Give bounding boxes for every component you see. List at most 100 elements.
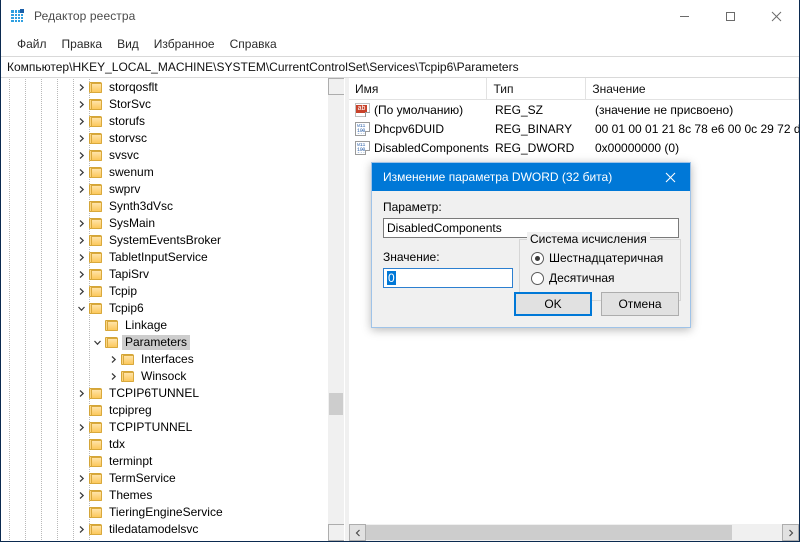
tree-item-parameters[interactable]: Parameters bbox=[2, 334, 326, 351]
dialog-close-button[interactable] bbox=[650, 163, 690, 191]
tree-item-systemeventsbroker[interactable]: SystemEventsBroker bbox=[2, 232, 326, 249]
chevron-right-icon[interactable] bbox=[73, 148, 89, 164]
value-name-cell: 011100011 DisabledComponents bbox=[349, 140, 489, 155]
menu-edit[interactable]: Правка bbox=[55, 34, 110, 54]
dialog-body: Параметр: DisabledComponents Значение: 0… bbox=[372, 191, 690, 301]
tree-item-label: TieringEngineService bbox=[109, 505, 223, 519]
chevron-right-icon[interactable] bbox=[73, 488, 89, 504]
tree-item-tcpip[interactable]: Tcpip bbox=[2, 283, 326, 300]
column-header-value[interactable]: Значение bbox=[586, 78, 799, 99]
scroll-down-button[interactable] bbox=[328, 524, 344, 541]
chevron-right-icon[interactable] bbox=[73, 386, 89, 402]
chevron-right-icon[interactable] bbox=[73, 284, 89, 300]
key-tree[interactable]: storqosflt StorSvc storufs storvsc svsvc swen… bbox=[1, 78, 327, 541]
value-data-input[interactable]: 0 bbox=[383, 268, 513, 288]
registry-icon bbox=[10, 8, 26, 24]
tree-item-termservice[interactable]: TermService bbox=[2, 470, 326, 487]
tree-item-storvsc[interactable]: storvsc bbox=[2, 130, 326, 147]
values-list[interactable]: ab (По умолчанию) REG_SZ (значение не присв… bbox=[349, 100, 799, 157]
hscroll-track[interactable] bbox=[366, 524, 782, 541]
hscroll-thumb[interactable] bbox=[366, 525, 733, 540]
tree-item-tapisrv[interactable]: TapiSrv bbox=[2, 266, 326, 283]
tree-item-tabletinputservice[interactable]: TabletInputService bbox=[2, 249, 326, 266]
scroll-up-button[interactable] bbox=[328, 78, 344, 95]
column-header-name[interactable]: Имя bbox=[349, 78, 488, 99]
folder-icon bbox=[89, 217, 103, 230]
address-bar[interactable]: Компьютер\HKEY_LOCAL_MACHINE\SYSTEM\Curr… bbox=[1, 56, 799, 78]
column-header-type[interactable]: Тип bbox=[487, 78, 587, 99]
tree-item-storufs[interactable]: storufs bbox=[2, 113, 326, 130]
folder-icon bbox=[89, 523, 103, 536]
maximize-button[interactable] bbox=[707, 0, 753, 32]
tree-item-swprv[interactable]: swprv bbox=[2, 181, 326, 198]
tree-item-label: TCPIP6TUNNEL bbox=[109, 386, 200, 400]
value-row[interactable]: 011100011 Dhcpv6DUID REG_BINARY 00 01 00 01… bbox=[349, 119, 799, 138]
chevron-down-icon[interactable] bbox=[89, 335, 105, 351]
tree-item-winsock[interactable]: Winsock bbox=[2, 368, 326, 385]
chevron-right-icon[interactable] bbox=[73, 131, 89, 147]
menu-help[interactable]: Справка bbox=[223, 34, 284, 54]
tree-item-storqosflt[interactable]: storqosflt bbox=[2, 79, 326, 96]
tree-item-themes[interactable]: Themes bbox=[2, 487, 326, 504]
tree-item-tcpip6tunnel[interactable]: TCPIP6TUNNEL bbox=[2, 385, 326, 402]
tree-vertical-scrollbar[interactable] bbox=[327, 78, 344, 541]
tree-item-tieringengineservice[interactable]: TieringEngineService bbox=[2, 504, 326, 521]
chevron-right-icon[interactable] bbox=[73, 522, 89, 538]
tree-item-terminpt[interactable]: terminpt bbox=[2, 453, 326, 470]
values-column-headers[interactable]: Имя Тип Значение bbox=[349, 78, 799, 100]
menu-view[interactable]: Вид bbox=[110, 34, 146, 54]
tree-item-svsvc[interactable]: svsvc bbox=[2, 147, 326, 164]
chevron-right-icon[interactable] bbox=[73, 267, 89, 283]
cancel-button[interactable]: Отмена bbox=[601, 292, 679, 316]
menu-file[interactable]: Файл bbox=[10, 34, 54, 54]
radio-decimal[interactable]: Десятичная bbox=[531, 271, 680, 285]
radio-hexadecimal-label: Шестнадцатеричная bbox=[549, 251, 664, 265]
chevron-right-icon[interactable] bbox=[105, 352, 121, 368]
scroll-right-button[interactable] bbox=[782, 524, 799, 541]
number-base-group-label: Система исчисления bbox=[527, 232, 650, 246]
chevron-right-icon[interactable] bbox=[73, 420, 89, 436]
chevron-right-icon[interactable] bbox=[73, 539, 89, 541]
chevron-right-icon[interactable] bbox=[73, 233, 89, 249]
tree-item-tdx[interactable]: tdx bbox=[2, 436, 326, 453]
chevron-right-icon[interactable] bbox=[73, 114, 89, 130]
radio-hexadecimal[interactable]: Шестнадцатеричная bbox=[531, 251, 680, 265]
chevron-right-icon[interactable] bbox=[73, 165, 89, 181]
value-row[interactable]: 011100011 DisabledComponents REG_DWORD 0x00… bbox=[349, 138, 799, 157]
tree-item-timebrokersvc[interactable]: TimeBrokerSvc bbox=[2, 538, 326, 541]
chevron-right-icon[interactable] bbox=[73, 182, 89, 198]
tree-item-interfaces[interactable]: Interfaces bbox=[2, 351, 326, 368]
value-name-cell: 011100011 Dhcpv6DUID bbox=[349, 121, 489, 136]
minimize-button[interactable] bbox=[661, 0, 707, 32]
tree-scroll-thumb[interactable] bbox=[329, 393, 343, 415]
ok-button[interactable]: OK bbox=[514, 292, 592, 316]
chevron-right-icon[interactable] bbox=[73, 80, 89, 96]
tree-item-synth3dvsc[interactable]: Synth3dVsc bbox=[2, 198, 326, 215]
tree-item-tcpip6[interactable]: Tcpip6 bbox=[2, 300, 326, 317]
tree-item-label: tdx bbox=[109, 437, 126, 451]
tree-item-tcpipreg[interactable]: tcpipreg bbox=[2, 402, 326, 419]
value-row[interactable]: ab (По умолчанию) REG_SZ (значение не присв… bbox=[349, 100, 799, 119]
chevron-right-icon[interactable] bbox=[105, 369, 121, 385]
tree-item-swenum[interactable]: swenum bbox=[2, 164, 326, 181]
radio-decimal-label: Десятичная bbox=[549, 271, 615, 285]
tree-item-tiledatamodelsvc[interactable]: tiledatamodelsvc bbox=[2, 521, 326, 538]
close-button[interactable] bbox=[753, 0, 799, 32]
values-horizontal-scrollbar[interactable] bbox=[349, 524, 799, 541]
value-name: Dhcpv6DUID bbox=[374, 121, 445, 136]
menu-favorites[interactable]: Избранное bbox=[147, 34, 222, 54]
scroll-left-button[interactable] bbox=[349, 524, 366, 541]
chevron-right-icon[interactable] bbox=[73, 216, 89, 232]
value-name-cell: ab (По умолчанию) bbox=[349, 102, 489, 117]
chevron-down-icon[interactable] bbox=[73, 301, 89, 317]
tree-item-sysmain[interactable]: SysMain bbox=[2, 215, 326, 232]
tree-item-linkage[interactable]: Linkage bbox=[2, 317, 326, 334]
tree-item-label: Tcpip6 bbox=[109, 301, 144, 315]
chevron-right-icon[interactable] bbox=[73, 250, 89, 266]
tree-item-tcpiptunnel[interactable]: TCPIPTUNNEL bbox=[2, 419, 326, 436]
chevron-right-icon[interactable] bbox=[73, 97, 89, 113]
tree-item-storsvc[interactable]: StorSvc bbox=[2, 96, 326, 113]
registry-editor-window: Редактор реестра Файл Правка Вид Избранн… bbox=[0, 0, 800, 542]
tree-item-label: SysMain bbox=[109, 216, 156, 230]
chevron-right-icon[interactable] bbox=[73, 471, 89, 487]
